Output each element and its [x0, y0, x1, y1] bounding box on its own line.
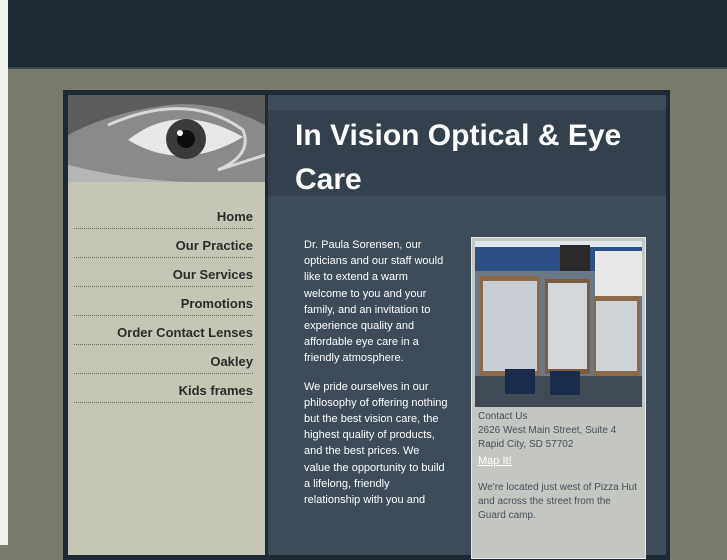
intro-paragraph: Dr. Paula Sorensen, our opticians and ou… — [304, 239, 444, 365]
address-line-1: 2626 West Main Street, Suite 4 — [478, 425, 617, 436]
store-photo-graphic — [475, 241, 642, 407]
top-banner — [8, 0, 727, 69]
map-it-link[interactable]: Map It! — [478, 454, 512, 468]
intro-text: Dr. Paula Sorensen, our opticians and ou… — [304, 237, 448, 520]
nav-item-kids-frames: Kids frames — [74, 374, 253, 403]
contact-heading: Contact Us — [478, 411, 528, 422]
nav-item-promotions: Promotions — [74, 287, 253, 316]
contact-box: Contact Us 2626 West Main Street, Suite … — [471, 237, 646, 559]
nav-item-our-services: Our Services — [74, 258, 253, 287]
contact-info: Contact Us 2626 West Main Street, Suite … — [478, 410, 641, 523]
nav-link-kids-frames[interactable]: Kids frames — [179, 383, 253, 398]
location-note: We're located just west of Pizza Hut and… — [478, 482, 638, 521]
store-photo — [475, 241, 642, 407]
nav-item-our-practice: Our Practice — [74, 229, 253, 258]
address-line-2: Rapid City, SD 57702 — [478, 439, 574, 450]
nav-link-promotions[interactable]: Promotions — [181, 296, 253, 311]
nav-link-our-services[interactable]: Our Services — [173, 267, 253, 282]
nav-link-our-practice[interactable]: Our Practice — [176, 238, 253, 253]
nav-link-order-contact-lenses[interactable]: Order Contact Lenses — [117, 325, 253, 340]
intro-paragraph: We pride ourselves in our philosophy of … — [304, 380, 448, 507]
nav-item-order-contact-lenses: Order Contact Lenses — [74, 316, 253, 345]
nav-link-home[interactable]: Home — [217, 209, 253, 224]
main-content: In Vision Optical & Eye Care Dr. Paula S… — [268, 95, 666, 559]
nav-link-oakley[interactable]: Oakley — [210, 354, 253, 369]
eye-photo — [68, 95, 265, 182]
nav-item-home: Home — [74, 200, 253, 229]
main-nav: Home Our Practice Our Services Promotion… — [74, 200, 253, 403]
eye-photo-graphic — [68, 95, 265, 182]
sidebar: Home Our Practice Our Services Promotion… — [68, 95, 265, 555]
left-edge-strip — [0, 0, 8, 545]
nav-item-oakley: Oakley — [74, 345, 253, 374]
page-title: In Vision Optical & Eye Care — [295, 119, 622, 196]
